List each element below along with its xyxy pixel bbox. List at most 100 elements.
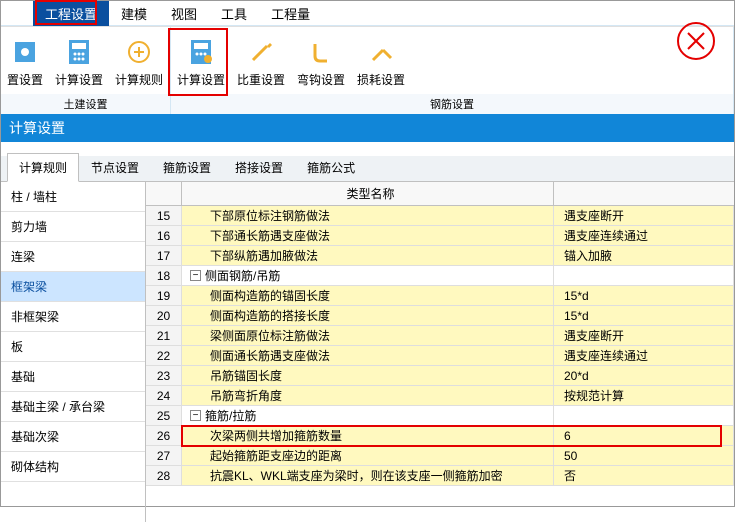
row-number: 27 bbox=[146, 446, 182, 465]
table-row[interactable]: 22侧面通长筋遇支座做法遇支座连续通过 bbox=[146, 346, 734, 366]
menu-item-tools[interactable]: 工具 bbox=[209, 1, 259, 26]
sidebar-item-shearwall[interactable]: 剪力墙 bbox=[1, 212, 145, 242]
row-value[interactable]: 20*d bbox=[554, 366, 734, 385]
row-name: 吊筋弯折角度 bbox=[182, 386, 554, 405]
table-row[interactable]: 17下部纵筋遇加腋做法锚入加腋 bbox=[146, 246, 734, 266]
row-value[interactable]: 按规范计算 bbox=[554, 386, 734, 405]
table-row[interactable]: 20侧面构造筋的搭接长度15*d bbox=[146, 306, 734, 326]
table-row[interactable]: 21梁侧面原位标注筋做法遇支座断开 bbox=[146, 326, 734, 346]
calc-settings-button[interactable]: 计算设置 bbox=[49, 32, 109, 90]
sidebar-item-foundation-main-beam[interactable]: 基础主梁 / 承台梁 bbox=[1, 392, 145, 422]
calc-icon bbox=[185, 36, 217, 68]
ribbon-group-rebar: 计算设置 比重设置 弯钩设置 损耗设置 钢筋设置 bbox=[171, 27, 734, 114]
grid: 类型名称 15下部原位标注钢筋做法遇支座断开16下部通长筋遇支座做法遇支座连续通… bbox=[146, 182, 734, 522]
menu-item-engineering-settings[interactable]: 工程设置 bbox=[33, 1, 109, 26]
table-row[interactable]: 19侧面构造筋的锚固长度15*d bbox=[146, 286, 734, 306]
sidebar-item-masonry[interactable]: 砌体结构 bbox=[1, 452, 145, 482]
calc-icon bbox=[63, 36, 95, 68]
close-icon[interactable] bbox=[676, 21, 716, 61]
tab-node-settings[interactable]: 节点设置 bbox=[79, 153, 151, 182]
rule-icon bbox=[123, 36, 155, 68]
table-row[interactable]: 26次梁两侧共增加箍筋数量6 bbox=[146, 426, 734, 446]
row-name: 下部通长筋遇支座做法 bbox=[182, 226, 554, 245]
label: 比重设置 bbox=[237, 71, 285, 88]
row-value[interactable]: 否 bbox=[554, 466, 734, 485]
row-value[interactable]: 15*d bbox=[554, 286, 734, 305]
tab-stirrup-settings[interactable]: 箍筋设置 bbox=[151, 153, 223, 182]
rebar-calc-settings-button[interactable]: 计算设置 bbox=[171, 32, 231, 90]
table-row[interactable]: 23吊筋锚固长度20*d bbox=[146, 366, 734, 386]
content: 柱 / 墙柱 剪力墙 连梁 框架梁 非框架梁 板 基础 基础主梁 / 承台梁 基… bbox=[1, 182, 734, 522]
row-value[interactable]: 50 bbox=[554, 446, 734, 465]
menu-item-modeling[interactable]: 建模 bbox=[109, 1, 159, 26]
row-number: 22 bbox=[146, 346, 182, 365]
sidebar-item-nonframe-beam[interactable]: 非框架梁 bbox=[1, 302, 145, 332]
table-row[interactable]: 25−箍筋/拉筋 bbox=[146, 406, 734, 426]
row-number: 19 bbox=[146, 286, 182, 305]
label: 损耗设置 bbox=[357, 71, 405, 88]
tab-lap-settings[interactable]: 搭接设置 bbox=[223, 153, 295, 182]
sidebar-item-column[interactable]: 柱 / 墙柱 bbox=[1, 182, 145, 212]
tab-calc-rule[interactable]: 计算规则 bbox=[7, 153, 79, 182]
row-value[interactable]: 15*d bbox=[554, 306, 734, 325]
row-value[interactable]: 锚入加腋 bbox=[554, 246, 734, 265]
row-name: 下部原位标注钢筋做法 bbox=[182, 206, 554, 225]
ribbon: 置设置 计算设置 计算规则 土建设置 计算设置 比重设置 bbox=[1, 26, 734, 114]
table-row[interactable]: 15下部原位标注钢筋做法遇支座断开 bbox=[146, 206, 734, 226]
calc-rule-button[interactable]: 计算规则 bbox=[109, 32, 169, 90]
sidebar-item-frame-beam[interactable]: 框架梁 bbox=[1, 272, 145, 302]
ribbon-caption-rebar: 钢筋设置 bbox=[171, 94, 733, 114]
collapse-icon[interactable]: − bbox=[190, 410, 201, 421]
sidebar-item-foundation[interactable]: 基础 bbox=[1, 362, 145, 392]
row-value[interactable] bbox=[554, 406, 734, 425]
sidebar-item-slab[interactable]: 板 bbox=[1, 332, 145, 362]
row-number: 23 bbox=[146, 366, 182, 385]
col-header-value bbox=[554, 182, 734, 205]
label: 弯钩设置 bbox=[297, 71, 345, 88]
row-name: 侧面构造筋的锚固长度 bbox=[182, 286, 554, 305]
sidebar-item-coupling-beam[interactable]: 连梁 bbox=[1, 242, 145, 272]
col-header-name: 类型名称 bbox=[182, 182, 554, 205]
table-row[interactable]: 18−侧面钢筋/吊筋 bbox=[146, 266, 734, 286]
weight-settings-button[interactable]: 比重设置 bbox=[231, 32, 291, 90]
loss-settings-button[interactable]: 损耗设置 bbox=[351, 32, 411, 90]
table-row[interactable]: 28抗震KL、WKL端支座为梁时，则在该支座一侧箍筋加密否 bbox=[146, 466, 734, 486]
row-number: 28 bbox=[146, 466, 182, 485]
row-name: 次梁两侧共增加箍筋数量 bbox=[182, 426, 554, 445]
section-header: 计算设置 bbox=[1, 114, 734, 142]
row-name: 下部纵筋遇加腋做法 bbox=[182, 246, 554, 265]
collapse-icon[interactable]: − bbox=[190, 270, 201, 281]
hook-settings-button[interactable]: 弯钩设置 bbox=[291, 32, 351, 90]
tabs: 计算规则 节点设置 箍筋设置 搭接设置 箍筋公式 bbox=[1, 156, 734, 182]
row-name: 侧面通长筋遇支座做法 bbox=[182, 346, 554, 365]
row-value[interactable]: 遇支座断开 bbox=[554, 206, 734, 225]
label: 计算规则 bbox=[115, 71, 163, 88]
row-value[interactable]: 遇支座连续通过 bbox=[554, 346, 734, 365]
loss-icon bbox=[365, 36, 397, 68]
row-value[interactable]: 6 bbox=[554, 426, 734, 445]
menu-item-view[interactable]: 视图 bbox=[159, 1, 209, 26]
sidebar-item-foundation-secondary-beam[interactable]: 基础次梁 bbox=[1, 422, 145, 452]
row-value[interactable]: 遇支座连续通过 bbox=[554, 226, 734, 245]
row-name: 抗震KL、WKL端支座为梁时，则在该支座一侧箍筋加密 bbox=[182, 466, 554, 485]
row-value[interactable] bbox=[554, 266, 734, 285]
row-name: 起始箍筋距支座边的距离 bbox=[182, 446, 554, 465]
table-row[interactable]: 27起始箍筋距支座边的距离50 bbox=[146, 446, 734, 466]
table-row[interactable]: 16下部通长筋遇支座做法遇支座连续通过 bbox=[146, 226, 734, 246]
table-row[interactable]: 24吊筋弯折角度按规范计算 bbox=[146, 386, 734, 406]
grid-body: 15下部原位标注钢筋做法遇支座断开16下部通长筋遇支座做法遇支座连续通过17下部… bbox=[146, 206, 734, 486]
label: 计算设置 bbox=[177, 71, 225, 88]
row-value[interactable]: 遇支座断开 bbox=[554, 326, 734, 345]
ribbon-caption-civil: 土建设置 bbox=[1, 94, 170, 114]
label: 计算设置 bbox=[55, 71, 103, 88]
row-name: 吊筋锚固长度 bbox=[182, 366, 554, 385]
tab-stirrup-formula[interactable]: 箍筋公式 bbox=[295, 153, 367, 182]
row-name: 梁侧面原位标注筋做法 bbox=[182, 326, 554, 345]
menu-item-quantity[interactable]: 工程量 bbox=[259, 1, 322, 26]
row-number: 18 bbox=[146, 266, 182, 285]
settings-button[interactable]: 置设置 bbox=[1, 32, 49, 90]
sidebar: 柱 / 墙柱 剪力墙 连梁 框架梁 非框架梁 板 基础 基础主梁 / 承台梁 基… bbox=[1, 182, 146, 522]
row-number: 20 bbox=[146, 306, 182, 325]
label: 置设置 bbox=[7, 71, 43, 88]
col-header-num bbox=[146, 182, 182, 205]
